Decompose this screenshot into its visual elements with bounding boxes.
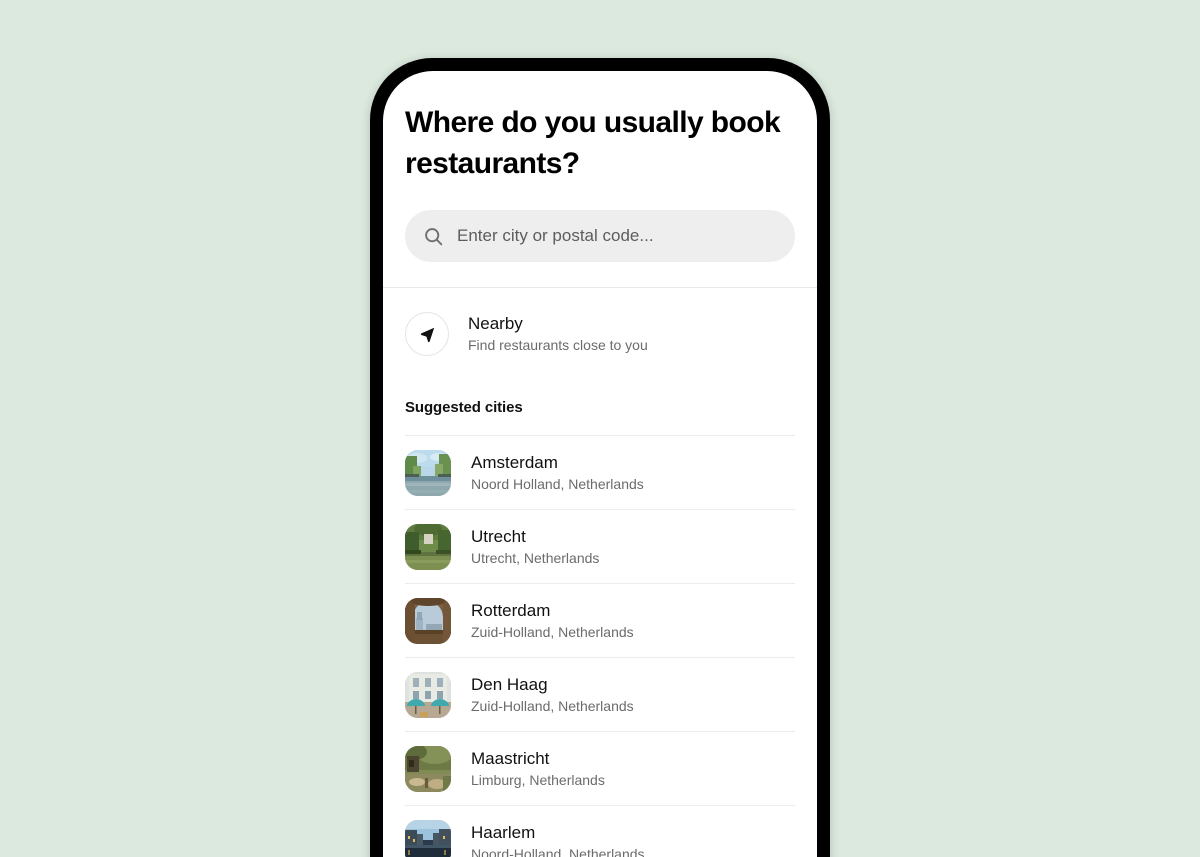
city-name: Rotterdam (471, 600, 551, 620)
city-name: Haarlem (471, 822, 536, 842)
city-text-block: Rotterdam Zuid-Holland, Netherlands (471, 600, 634, 642)
city-name: Amsterdam (471, 452, 558, 472)
phone-screen: Where do you usually book restaurants? E… (383, 71, 817, 857)
city-region: Noord Holland, Netherlands (471, 475, 644, 492)
city-region: Zuid-Holland, Netherlands (471, 623, 634, 640)
nearby-option-row[interactable]: Nearby Find restaurants close to you (405, 288, 795, 366)
suggested-cities-label: Suggested cities (405, 399, 523, 416)
rotterdam-arch-thumbnail (405, 597, 451, 644)
city-list-item[interactable]: Utrecht Utrecht, Netherlands (405, 509, 795, 583)
city-text-block: Maastricht Limburg, Netherlands (471, 748, 605, 790)
city-list-item[interactable]: Haarlem Noord-Holland, Netherlands (405, 805, 795, 857)
utrecht-canal-thumbnail (405, 523, 451, 570)
search-icon (423, 226, 444, 247)
page-title: Where do you usually book restaurants? (405, 106, 781, 180)
suggested-cities-list: Amsterdam Noord Holland, Netherlands Utre… (405, 435, 795, 857)
city-list-item[interactable]: Amsterdam Noord Holland, Netherlands (405, 435, 795, 509)
city-region: Limburg, Netherlands (471, 771, 605, 788)
city-name: Den Haag (471, 674, 548, 694)
city-region: Zuid-Holland, Netherlands (471, 697, 634, 714)
search-section (383, 210, 817, 262)
nearby-text-block: Nearby Find restaurants close to you (468, 313, 648, 355)
navigation-arrow-icon (405, 312, 449, 356)
amsterdam-canal-thumbnail (405, 449, 451, 496)
nearby-section: Nearby Find restaurants close to you Sug… (383, 288, 817, 857)
city-text-block: Amsterdam Noord Holland, Netherlands (471, 452, 644, 494)
city-name: Maastricht (471, 748, 550, 768)
city-text-block: Haarlem Noord-Holland, Netherlands (471, 822, 645, 857)
nearby-subtitle: Find restaurants close to you (468, 337, 648, 353)
city-name: Utrecht (471, 526, 526, 546)
city-list-item[interactable]: Den Haag Zuid-Holland, Netherlands (405, 657, 795, 731)
search-input[interactable] (457, 226, 777, 246)
city-text-block: Utrecht Utrecht, Netherlands (471, 526, 599, 568)
city-list-item[interactable]: Maastricht Limburg, Netherlands (405, 731, 795, 805)
city-region: Utrecht, Netherlands (471, 549, 600, 566)
nearby-title: Nearby (468, 314, 523, 333)
city-text-block: Den Haag Zuid-Holland, Netherlands (471, 674, 634, 716)
screen-content: Where do you usually book restaurants? E… (383, 71, 817, 857)
search-bar[interactable] (405, 210, 795, 262)
city-list-item[interactable]: Rotterdam Zuid-Holland, Netherlands (405, 583, 795, 657)
maastricht-terrace-thumbnail (405, 745, 451, 792)
city-region: Noord-Holland, Netherlands (471, 845, 645, 857)
phone-device-frame: Where do you usually book restaurants? E… (370, 58, 830, 857)
den-haag-terrace-thumbnail (405, 671, 451, 718)
haarlem-canal-dusk-thumbnail (405, 819, 451, 857)
